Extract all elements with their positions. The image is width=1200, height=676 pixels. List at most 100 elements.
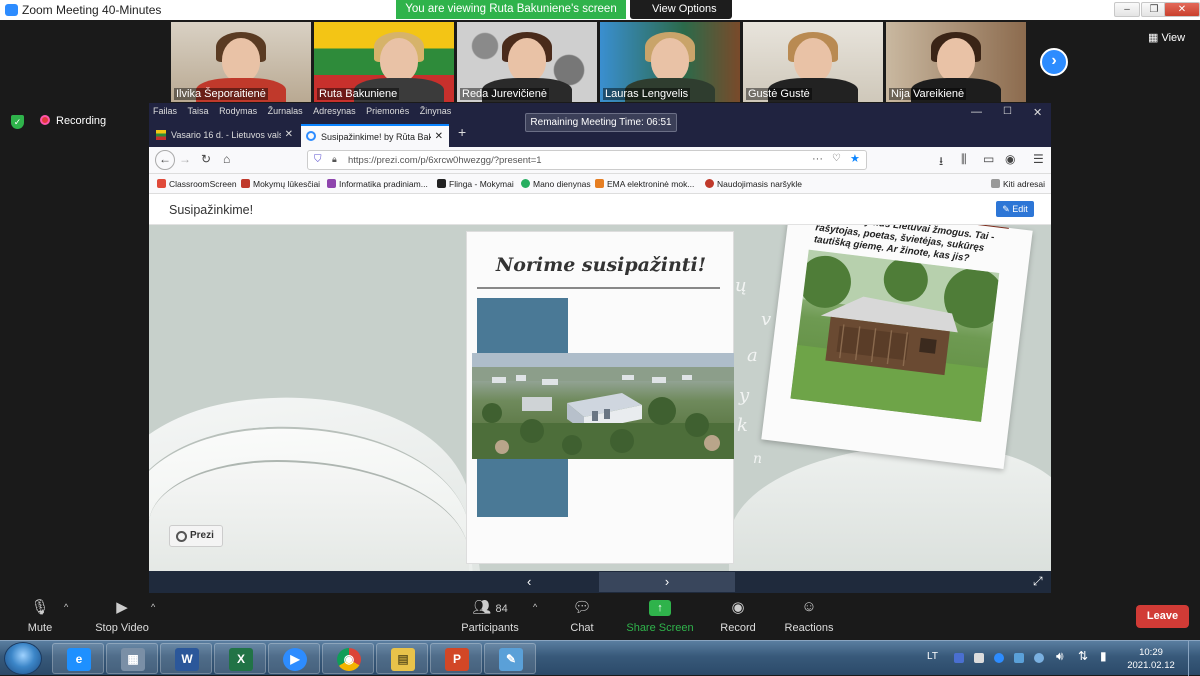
bookmark-label: EMA elektroninė mok...	[607, 179, 695, 189]
edit-label: Edit	[1012, 204, 1028, 214]
taskbar-app-chrome[interactable]: ◉	[322, 643, 374, 674]
signal-icon[interactable]: ▮	[1100, 649, 1107, 663]
chat-button[interactable]: 💬︎ Chat	[562, 598, 602, 634]
participants-options-icon[interactable]: ^	[533, 602, 537, 612]
previous-slide-icon[interactable]: ‹	[527, 574, 531, 589]
tray-icon[interactable]	[954, 653, 964, 663]
star-icon[interactable]: ★	[850, 152, 860, 165]
taskbar-app-word[interactable]: W	[160, 643, 212, 674]
menu-item[interactable]: Failas	[153, 106, 177, 116]
taskbar-app-file-explorer[interactable]: ▤	[376, 643, 428, 674]
bookmark-item[interactable]: Mano dienynas	[521, 179, 591, 189]
menu-icon[interactable]: ☰	[1033, 152, 1044, 166]
system-clock[interactable]: 10:29 2021.02.12	[1126, 646, 1176, 672]
bookmark-item[interactable]: Naudojimasis naršykle	[705, 179, 802, 189]
url-text: https://prezi.com/p/6xrcw0hwezgg/?presen…	[348, 155, 542, 166]
record-icon: ◉	[731, 599, 745, 616]
minimize-icon[interactable]: —	[971, 106, 982, 118]
language-indicator[interactable]: LT	[927, 651, 938, 662]
close-icon[interactable]: ✕	[1033, 106, 1042, 119]
video-options-icon[interactable]: ^	[151, 602, 155, 612]
share-screen-button[interactable]: ↑ Share Screen	[624, 598, 696, 634]
tab-lietuvos[interactable]: Vasario 16 d. - Lietuvos valstybi ✕	[151, 124, 299, 147]
stop-video-button[interactable]: ▶︎ Stop Video	[90, 598, 154, 634]
mute-button[interactable]: 🎙︎ Mute	[18, 598, 62, 634]
show-desktop-button[interactable]	[1188, 641, 1200, 676]
edit-button[interactable]: ✎ Edit	[996, 201, 1034, 217]
pocket-icon[interactable]: ♡	[832, 153, 841, 164]
taskbar-app-excel[interactable]: X	[214, 643, 266, 674]
window-title: Zoom Meeting 40-Minutes	[22, 3, 162, 17]
participant-tile[interactable]: Ruta Bakuniene	[314, 22, 454, 102]
menu-item[interactable]: Priemonės	[366, 106, 409, 116]
participant-tile[interactable]: Reda Jurevičienė	[457, 22, 597, 102]
shield-icon[interactable]: ✓	[11, 115, 24, 129]
close-tab-icon[interactable]: ✕	[285, 129, 293, 140]
view-button[interactable]: ▦ View	[1148, 31, 1185, 44]
menu-item[interactable]: Taisa	[188, 106, 209, 116]
reload-icon[interactable]: ↻	[201, 152, 211, 166]
participant-tile[interactable]: Ilvika Šeporaitienė	[171, 22, 311, 102]
new-tab-icon[interactable]: +	[458, 124, 466, 140]
taskbar-app-zoom[interactable]: ▶	[268, 643, 320, 674]
fullscreen-icon[interactable]: ⤢	[1033, 574, 1043, 589]
bookmark-item[interactable]: Informatika pradiniam...	[327, 179, 428, 189]
taskbar-app-internet-explorer[interactable]: e	[52, 643, 104, 674]
close-button[interactable]: ✕	[1164, 2, 1200, 17]
menu-item[interactable]: Adresynas	[313, 106, 356, 116]
other-bookmarks[interactable]: Kiti adresai	[991, 179, 1045, 189]
prezi-badge[interactable]: Prezi	[169, 525, 223, 547]
participant-tile[interactable]: Gustė Gustė	[743, 22, 883, 102]
bookmark-item[interactable]: EMA elektroninė mok...	[595, 179, 694, 189]
record-label: Record	[720, 622, 756, 634]
bookmark-item[interactable]: Flinga - Mokymai	[437, 179, 514, 189]
participant-tile[interactable]: Lauras Lengvelis	[600, 22, 740, 102]
download-icon[interactable]: ⭳	[939, 152, 943, 173]
bookmark-item[interactable]: ClassroomScreen	[157, 179, 237, 189]
share-screen-icon: ↑	[649, 600, 671, 616]
account-icon[interactable]: ◉	[1005, 152, 1015, 166]
participants-button[interactable]: 👥︎ 84 Participants	[456, 598, 524, 634]
bookmark-item[interactable]: Mokymų lūkesčiai	[241, 179, 320, 189]
forward-icon[interactable]: →	[179, 152, 191, 166]
other-bookmarks-label: Kiti adresai	[1003, 179, 1046, 189]
home-icon[interactable]: ⌂	[223, 152, 230, 166]
tray-icon[interactable]	[1034, 653, 1044, 663]
taskbar-app-powerpoint[interactable]: P	[430, 643, 482, 674]
close-tab-icon[interactable]: ✕	[435, 131, 443, 142]
url-bar[interactable]: ⛉ 🔒︎ https://prezi.com/p/6xrcw0hwezgg/?p…	[307, 150, 867, 170]
menu-item[interactable]: Rodymas	[219, 106, 257, 116]
menu-item[interactable]: Žinynas	[420, 106, 452, 116]
minimize-button[interactable]: ‒	[1114, 2, 1140, 17]
audio-options-icon[interactable]: ^	[64, 602, 68, 612]
recording-indicator[interactable]: Recording	[40, 115, 106, 127]
next-slide-icon: ›	[664, 574, 670, 589]
tray-icon[interactable]	[1014, 653, 1024, 663]
word-icon: W	[175, 648, 199, 671]
library-icon[interactable]: ⫼	[961, 152, 967, 167]
view-options-button[interactable]: View Options ⌄	[630, 0, 732, 33]
reactions-button[interactable]: ☺︎ Reactions	[782, 598, 836, 634]
leave-button[interactable]: Leave	[1136, 605, 1189, 628]
maximize-icon[interactable]: ☐	[1003, 106, 1012, 117]
gallery-next-button[interactable]: ›	[1040, 48, 1068, 76]
participant-name: Lauras Lengvelis	[603, 88, 691, 100]
taskbar-app-paint[interactable]: ✎	[484, 643, 536, 674]
bookmarks-bar: ClassroomScreen Mokymų lūkesčiai Informa…	[149, 174, 1051, 194]
taskbar-app-calculator[interactable]: ▦	[106, 643, 158, 674]
start-button[interactable]	[4, 642, 42, 675]
network-icon[interactable]: ⇅	[1078, 649, 1088, 663]
tab-prezi[interactable]: Susipažinkime! by Rūta Bakūni ✕	[301, 124, 449, 147]
back-icon[interactable]: ←	[155, 150, 175, 170]
folder-icon	[991, 179, 1000, 188]
tray-icon[interactable]	[974, 653, 984, 663]
volume-icon[interactable]: 🔊︎	[1056, 649, 1064, 664]
record-dot-icon	[40, 115, 50, 125]
sidebar-icon[interactable]: ▭	[983, 152, 994, 166]
participant-tile[interactable]: Nija Vareikienė	[886, 22, 1026, 102]
more-icon[interactable]: ···	[812, 153, 823, 165]
menu-item[interactable]: Žurnalas	[268, 106, 303, 116]
zoom-tray-icon[interactable]	[994, 653, 1004, 663]
record-button[interactable]: ◉ Record	[716, 598, 760, 634]
next-slide-button[interactable]: ›	[599, 572, 735, 592]
